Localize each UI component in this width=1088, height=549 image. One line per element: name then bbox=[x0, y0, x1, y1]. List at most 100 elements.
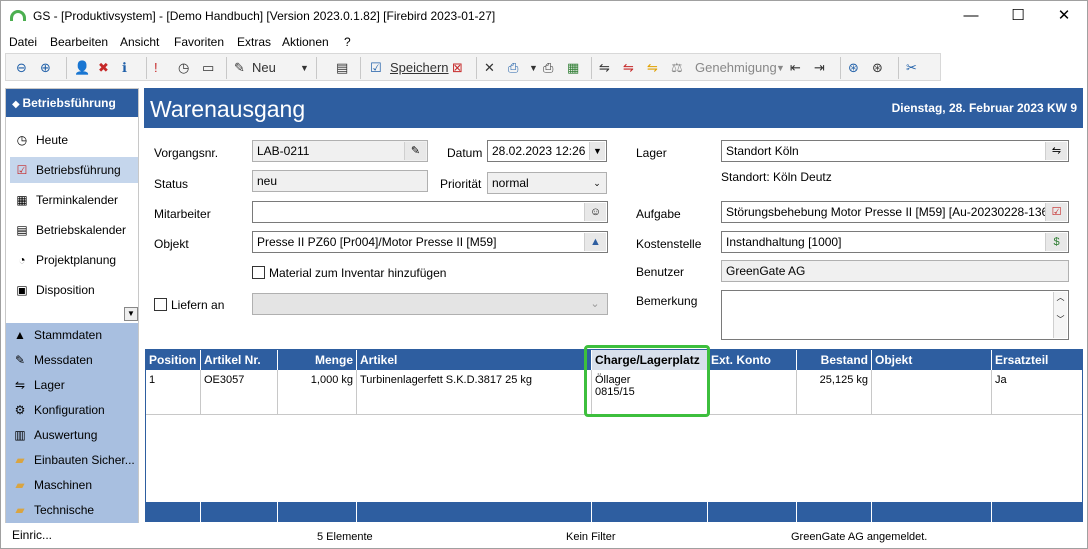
charge-highlight-box bbox=[584, 345, 710, 417]
close-button[interactable]: ✕ bbox=[1041, 1, 1087, 31]
liefern-select[interactable]: ⌄ bbox=[252, 293, 608, 315]
stock-icon-2[interactable]: ⇋ bbox=[623, 58, 634, 78]
menu-favoriten[interactable]: Favoriten bbox=[174, 35, 224, 49]
sidebar-dropdown-icon[interactable]: ▼ bbox=[124, 307, 138, 321]
sidebar: ◆ Betriebsführung ◷ Heute ☑ Betriebsführun… bbox=[5, 88, 139, 542]
mitarbeiter-picker-icon[interactable]: ☺ bbox=[584, 203, 606, 221]
liefern-checkbox[interactable] bbox=[154, 298, 167, 311]
excel-export-icon[interactable]: ▦ bbox=[567, 58, 579, 78]
tools-icon[interactable]: ✂ bbox=[906, 58, 917, 78]
sidebar-item-stammdaten[interactable]: ▲ Stammdaten bbox=[8, 323, 136, 348]
sidebar-item-messdaten[interactable]: ✎ Messdaten bbox=[8, 348, 136, 373]
bemerkung-scrollbar[interactable]: ︿ ﹀ bbox=[1053, 292, 1067, 338]
save-button[interactable]: Speichern bbox=[390, 58, 449, 78]
col-artikel-nr[interactable]: Artikel Nr. bbox=[201, 350, 278, 370]
sidebar-item-maschinen[interactable]: ▰ Maschinen bbox=[8, 473, 136, 498]
cell-ext-konto[interactable] bbox=[708, 370, 797, 415]
aufgabe-field[interactable]: Störungsbehebung Motor Presse II [M59] [… bbox=[721, 201, 1069, 223]
menu-help[interactable]: ? bbox=[344, 35, 351, 49]
col-menge[interactable]: Menge bbox=[278, 350, 357, 370]
minimize-button[interactable]: — bbox=[948, 1, 994, 31]
arrow-up-icon[interactable]: ⊛ bbox=[848, 58, 859, 78]
new-icon[interactable]: ✎ bbox=[234, 58, 245, 78]
inventar-checkbox[interactable] bbox=[252, 266, 265, 279]
liefern-dropdown-icon[interactable]: ⌄ bbox=[584, 295, 606, 313]
edit-icon[interactable]: ▤ bbox=[336, 58, 348, 78]
vorgang-field[interactable]: LAB-0211 ✎ bbox=[252, 140, 428, 162]
lager-picker-icon[interactable]: ⇋ bbox=[1045, 142, 1067, 160]
kosten-picker-icon[interactable]: $ bbox=[1045, 233, 1067, 251]
user-edit-icon[interactable]: 👤 bbox=[74, 58, 90, 78]
sidebar-item-einbauten[interactable]: ▰ Einbauten Sicher... bbox=[8, 448, 136, 473]
approval-button[interactable]: Genehmigung bbox=[695, 58, 777, 78]
user-delete-icon[interactable]: ✖ bbox=[98, 58, 109, 78]
save-close-icon[interactable]: ⊠ bbox=[452, 58, 463, 78]
objekt-picker-icon[interactable]: ▲ bbox=[584, 233, 606, 251]
datum-dropdown-icon[interactable]: ▼ bbox=[589, 142, 605, 160]
printer-icon[interactable]: ⎙ bbox=[543, 58, 553, 78]
sidebar-header-icon: ◆ bbox=[12, 99, 23, 110]
objekt-field[interactable]: Presse II PZ60 [Pr004]/Motor Presse II [… bbox=[252, 231, 608, 253]
prio-dropdown-icon[interactable]: ⌄ bbox=[589, 174, 605, 192]
save-icon[interactable]: ☑ bbox=[370, 58, 382, 78]
prio-select[interactable]: normal ⌄ bbox=[487, 172, 607, 194]
stock-icon-3[interactable]: ⇋ bbox=[647, 58, 658, 78]
col-position[interactable]: Position bbox=[146, 350, 201, 370]
user-info-icon[interactable]: ℹ bbox=[122, 58, 127, 78]
arrow-down-icon[interactable]: ⊛ bbox=[872, 58, 883, 78]
col-objekt[interactable]: Objekt bbox=[872, 350, 992, 370]
vorgang-picker-icon[interactable]: ✎ bbox=[404, 142, 426, 160]
bemerkung-textarea[interactable]: ︿ ﹀ bbox=[721, 290, 1069, 340]
cell-artikel-nr[interactable]: OE3057 bbox=[201, 370, 278, 415]
approval-dropdown-icon[interactable]: ▼ bbox=[776, 58, 785, 78]
menu-extras[interactable]: Extras bbox=[237, 35, 271, 49]
menu-ansicht[interactable]: Ansicht bbox=[120, 35, 159, 49]
delete-icon[interactable]: ✕ bbox=[484, 58, 495, 78]
kosten-field[interactable]: Instandhaltung [1000] $ bbox=[721, 231, 1069, 253]
aufgabe-picker-icon[interactable]: ☑ bbox=[1045, 203, 1067, 221]
sidebar-item-betriebskalender[interactable]: ▤ Betriebskalender bbox=[10, 217, 138, 243]
lager-field[interactable]: Standort Köln ⇋ bbox=[721, 140, 1069, 162]
calendar-icon: ▦ bbox=[16, 193, 28, 207]
sidebar-item-disposition[interactable]: ▣ Disposition bbox=[10, 277, 138, 303]
col-ersatzteil[interactable]: Ersatzteil bbox=[992, 350, 1082, 370]
sidebar-item-betriebsfuehrung[interactable]: ☑ Betriebsführung bbox=[10, 157, 138, 183]
print-dropdown-icon[interactable]: ▼ bbox=[529, 58, 538, 78]
move-in-icon[interactable]: ⇤ bbox=[790, 58, 801, 78]
mitarbeiter-label: Mitarbeiter bbox=[154, 207, 211, 221]
cell-ersatzteil[interactable]: Ja bbox=[992, 370, 1082, 415]
sidebar-item-lager[interactable]: ⇋ Lager bbox=[8, 373, 136, 398]
new-button[interactable]: Neu bbox=[252, 58, 276, 78]
menu-bearbeiten[interactable]: Bearbeiten bbox=[50, 35, 108, 49]
back-icon[interactable]: ⊖ bbox=[16, 58, 27, 78]
col-ext-konto[interactable]: Ext. Konto bbox=[708, 350, 797, 370]
cell-bestand[interactable]: 25,125 kg bbox=[797, 370, 872, 415]
datum-field[interactable]: 28.02.2023 12:26 ▼ bbox=[487, 140, 607, 162]
sidebar-item-projektplanung[interactable]: ◔ Projektplanung bbox=[10, 247, 138, 273]
approval-icon[interactable]: ⚖ bbox=[671, 58, 683, 78]
cell-artikel[interactable]: Turbinenlagerfett S.K.D.3817 25 kg bbox=[357, 370, 592, 415]
col-artikel[interactable]: Artikel bbox=[357, 350, 592, 370]
col-bestand[interactable]: Bestand bbox=[797, 350, 872, 370]
stock-icon-1[interactable]: ⇋ bbox=[599, 58, 610, 78]
move-out-icon[interactable]: ⇥ bbox=[814, 58, 825, 78]
forward-icon[interactable]: ⊕ bbox=[40, 58, 51, 78]
cell-objekt[interactable] bbox=[872, 370, 992, 415]
alert-icon[interactable]: ! bbox=[154, 58, 158, 78]
mitarbeiter-field[interactable]: ☺ bbox=[252, 201, 608, 223]
print-icon[interactable]: ⎙ bbox=[508, 58, 518, 78]
cell-position[interactable]: 1 bbox=[146, 370, 201, 415]
menu-aktionen[interactable]: Aktionen bbox=[282, 35, 329, 49]
sidebar-item-konfiguration[interactable]: ⚙ Konfiguration bbox=[8, 398, 136, 423]
sidebar-item-terminkalender[interactable]: ▦ Terminkalender bbox=[10, 187, 138, 213]
cell-menge[interactable]: 1,000 kg bbox=[278, 370, 357, 415]
sidebar-item-heute[interactable]: ◷ Heute bbox=[10, 127, 138, 153]
calendar-24-icon[interactable]: ◷ bbox=[178, 58, 189, 78]
new-dropdown-icon[interactable]: ▼ bbox=[300, 58, 309, 78]
sidebar-item-auswertung[interactable]: ▥ Auswertung bbox=[8, 423, 136, 448]
maximize-button[interactable]: ☐ bbox=[995, 1, 1041, 31]
window-title: GS - [Produktivsystem] - [Demo Handbuch]… bbox=[33, 9, 496, 23]
menu-datei[interactable]: Datei bbox=[9, 35, 37, 49]
comment-icon[interactable]: ▭ bbox=[202, 58, 214, 78]
sidebar-item-technische[interactable]: ▰ Technische Einric... bbox=[8, 498, 136, 542]
